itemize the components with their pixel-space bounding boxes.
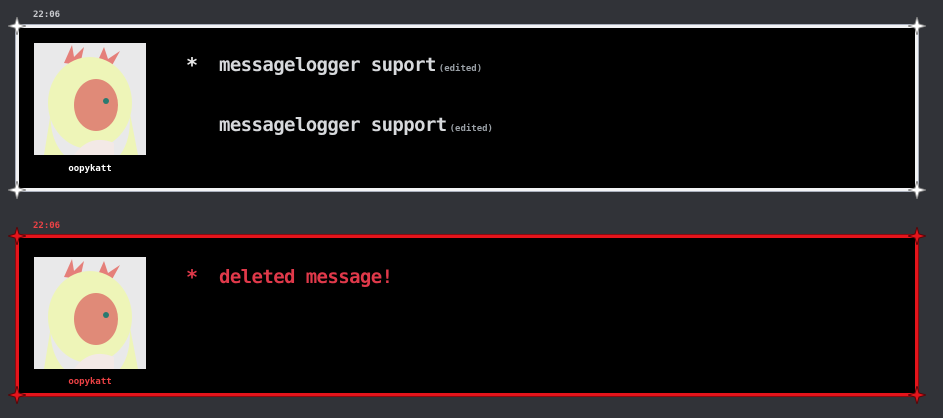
username[interactable]: oopykatt [34, 377, 146, 387]
message-deleted[interactable]: 22:06 oopykatt * deleted message! [0, 221, 943, 411]
corner-sparkle-icon [8, 181, 26, 199]
message-box: oopykatt * messagelogger suport (edited) … [8, 17, 926, 199]
avatar-image [34, 257, 146, 369]
corner-sparkle-icon [908, 181, 926, 199]
avatar[interactable] [34, 43, 146, 155]
asterisk-marker: * [186, 53, 199, 77]
message-text: messagelogger suport [219, 54, 436, 76]
username[interactable]: oopykatt [34, 164, 146, 174]
asterisk-marker: * [186, 265, 199, 289]
message-line-current: messagelogger support (edited) [219, 114, 493, 136]
timestamp: 22:06 [33, 10, 61, 20]
message-text: messagelogger support [219, 114, 447, 136]
corner-sparkle-icon [8, 227, 26, 245]
edited-tag: (edited) [449, 124, 493, 134]
message-box: oopykatt * deleted message! [8, 227, 926, 404]
corner-sparkle-icon [8, 386, 26, 404]
message-line-old: messagelogger suport (edited) [219, 54, 482, 76]
message-line-deleted: deleted message! [219, 266, 393, 288]
corner-sparkle-icon [908, 386, 926, 404]
corner-sparkle-icon [8, 17, 26, 35]
message-text: deleted message! [219, 266, 393, 288]
message-edited[interactable]: 22:06 oopykatt * messagelogger suport (e… [0, 10, 943, 199]
avatar-image [34, 43, 146, 155]
edited-tag: (edited) [438, 64, 483, 74]
corner-sparkle-icon [908, 17, 926, 35]
corner-sparkle-icon [908, 227, 926, 245]
avatar[interactable] [34, 257, 146, 369]
timestamp: 22:06 [33, 221, 61, 231]
